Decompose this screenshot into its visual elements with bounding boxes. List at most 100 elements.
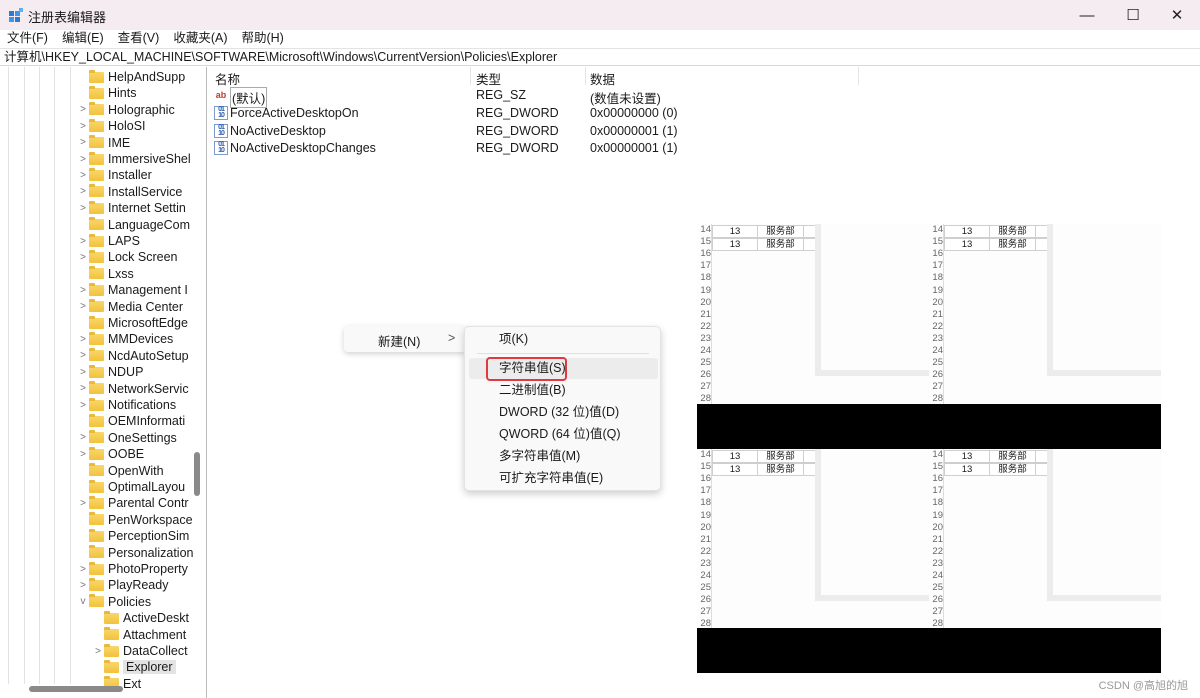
submenu-item-qword-value[interactable]: QWORD (64 位)值(Q): [469, 424, 658, 445]
tree-item[interactable]: OEMInformati: [77, 413, 206, 429]
tree-item[interactable]: > Parental Contr: [77, 495, 206, 511]
tree-item[interactable]: > OneSettings: [77, 430, 206, 446]
tree-item[interactable]: > MMDevices: [77, 331, 206, 347]
tree-item[interactable]: > HoloSI: [77, 118, 206, 134]
tree-vertical-scrollbar[interactable]: [194, 452, 200, 496]
tree-item[interactable]: > PhotoProperty: [77, 561, 206, 577]
tree-item[interactable]: > Lock Screen: [77, 249, 206, 265]
tree-item[interactable]: > IME: [77, 135, 206, 151]
tree-item[interactable]: PenWorkspace: [77, 512, 206, 528]
tree-item[interactable]: > InstallService: [77, 184, 206, 200]
chevron-right-icon[interactable]: >: [77, 383, 89, 394]
value-type: REG_DWORD: [476, 141, 559, 156]
row-number: 17: [700, 260, 711, 272]
chevron-right-icon[interactable]: >: [77, 449, 89, 460]
tree-item[interactable]: v Policies: [77, 594, 206, 610]
cell-department: 服务部: [989, 462, 1036, 476]
row-number: 22: [932, 545, 943, 557]
menu-item-new[interactable]: 新建(N): [378, 331, 420, 350]
row-number: 14: [700, 449, 711, 460]
folder-icon: [89, 545, 104, 559]
chevron-right-icon[interactable]: >: [77, 121, 89, 132]
tree-item[interactable]: Attachment: [92, 627, 206, 643]
tree-item[interactable]: PerceptionSim: [77, 528, 206, 544]
chevron-right-icon[interactable]: >: [77, 498, 89, 509]
tree-item[interactable]: HelpAndSupp: [77, 69, 206, 85]
value-row[interactable]: 01 10 NoActiveDesktop REG_DWORD 0x0000000…: [210, 123, 910, 140]
chevron-right-icon[interactable]: >: [77, 367, 89, 378]
minimize-button[interactable]: —: [1064, 0, 1110, 30]
chevron-right-icon[interactable]: >: [77, 432, 89, 443]
tree-item[interactable]: > Holographic: [77, 102, 206, 118]
tree-item[interactable]: Personalization: [77, 545, 206, 561]
chevron-right-icon[interactable]: >: [77, 285, 89, 296]
submenu-item-binary-value[interactable]: 二进制值(B): [469, 380, 658, 401]
submenu-item-expandable-string-value[interactable]: 可扩充字符串值(E): [469, 468, 658, 489]
new-submenu: 项(K) 字符串值(S) 二进制值(B) DWORD (32 位)值(D) QW…: [464, 326, 661, 491]
value-row[interactable]: ab (默认) REG_SZ (数值未设置): [210, 87, 910, 108]
submenu-item-key[interactable]: 项(K): [469, 329, 658, 350]
chevron-right-icon[interactable]: >: [92, 646, 104, 657]
tree-item[interactable]: > Installer: [77, 167, 206, 183]
chevron-right-icon[interactable]: >: [77, 580, 89, 591]
row-number: 16: [700, 473, 711, 485]
chevron-down-icon[interactable]: v: [77, 596, 89, 607]
folder-icon: [89, 184, 104, 198]
tree-item[interactable]: > NDUP: [77, 364, 206, 380]
chevron-right-icon[interactable]: >: [77, 170, 89, 181]
chevron-right-icon[interactable]: >: [77, 186, 89, 197]
cell-department: 服务部: [757, 225, 804, 238]
tree-item[interactable]: > DataCollect: [92, 643, 206, 659]
tree-item[interactable]: > Management I: [77, 282, 206, 298]
submenu-item-multi-string-value[interactable]: 多字符串值(M): [469, 446, 658, 467]
value-row[interactable]: 01 10 NoActiveDesktopChanges REG_DWORD 0x…: [210, 140, 910, 157]
column-header-data[interactable]: 数据: [590, 69, 615, 88]
column-header-type[interactable]: 类型: [476, 69, 501, 88]
tree-item[interactable]: OptimalLayou: [77, 479, 206, 495]
row-number: 27: [700, 606, 711, 618]
submenu-item-dword-value[interactable]: DWORD (32 位)值(D): [469, 402, 658, 423]
tree-item[interactable]: > ImmersiveShel: [77, 151, 206, 167]
chevron-right-icon[interactable]: >: [77, 564, 89, 575]
chevron-right-icon[interactable]: >: [77, 203, 89, 214]
menu-favorites[interactable]: 收藏夹(A): [166, 30, 234, 47]
tree-item[interactable]: MicrosoftEdge: [77, 315, 206, 331]
folder-icon: [89, 348, 104, 362]
maximize-button[interactable]: ☐: [1110, 0, 1156, 30]
chevron-right-icon[interactable]: >: [77, 252, 89, 263]
menu-edit[interactable]: 编辑(E): [55, 30, 111, 47]
tree-item-label: Lxss: [108, 266, 134, 281]
close-button[interactable]: ✕: [1154, 0, 1200, 30]
chevron-right-icon[interactable]: >: [77, 400, 89, 411]
tree-item[interactable]: Lxss: [77, 266, 206, 282]
cell-number: 13: [712, 450, 758, 463]
chevron-right-icon[interactable]: >: [77, 334, 89, 345]
chevron-right-icon[interactable]: >: [77, 236, 89, 247]
menu-file[interactable]: 文件(F): [0, 30, 55, 47]
column-header-name[interactable]: 名称: [215, 69, 240, 88]
chevron-right-icon[interactable]: >: [77, 350, 89, 361]
tree-item[interactable]: Hints: [77, 85, 206, 101]
tree-item[interactable]: LanguageCom: [77, 217, 206, 233]
address-bar[interactable]: 计算机\HKEY_LOCAL_MACHINE\SOFTWARE\Microsof…: [0, 48, 1200, 66]
chevron-right-icon[interactable]: >: [77, 104, 89, 115]
tree-item[interactable]: > PlayReady: [77, 577, 206, 593]
tree-item[interactable]: > NetworkServic: [77, 381, 206, 397]
tree-item[interactable]: > Media Center: [77, 299, 206, 315]
chevron-right-icon[interactable]: >: [77, 137, 89, 148]
value-row[interactable]: 01 10 ForceActiveDesktopOn REG_DWORD 0x00…: [210, 105, 910, 122]
tree-item[interactable]: > OOBE: [77, 446, 206, 462]
menu-help[interactable]: 帮助(H): [234, 30, 290, 47]
folder-icon: [89, 594, 104, 608]
tree-item[interactable]: OpenWith: [77, 463, 206, 479]
tree-horizontal-scrollbar[interactable]: [29, 686, 123, 692]
tree-item[interactable]: > Internet Settin: [77, 200, 206, 216]
tree-item[interactable]: Explorer: [92, 659, 206, 675]
tree-item[interactable]: > LAPS: [77, 233, 206, 249]
tree-item[interactable]: > Notifications: [77, 397, 206, 413]
tree-item[interactable]: ActiveDeskt: [92, 610, 206, 626]
chevron-right-icon[interactable]: >: [77, 301, 89, 312]
tree-item[interactable]: > NcdAutoSetup: [77, 348, 206, 364]
chevron-right-icon[interactable]: >: [77, 154, 89, 165]
menu-view[interactable]: 查看(V): [111, 30, 167, 47]
